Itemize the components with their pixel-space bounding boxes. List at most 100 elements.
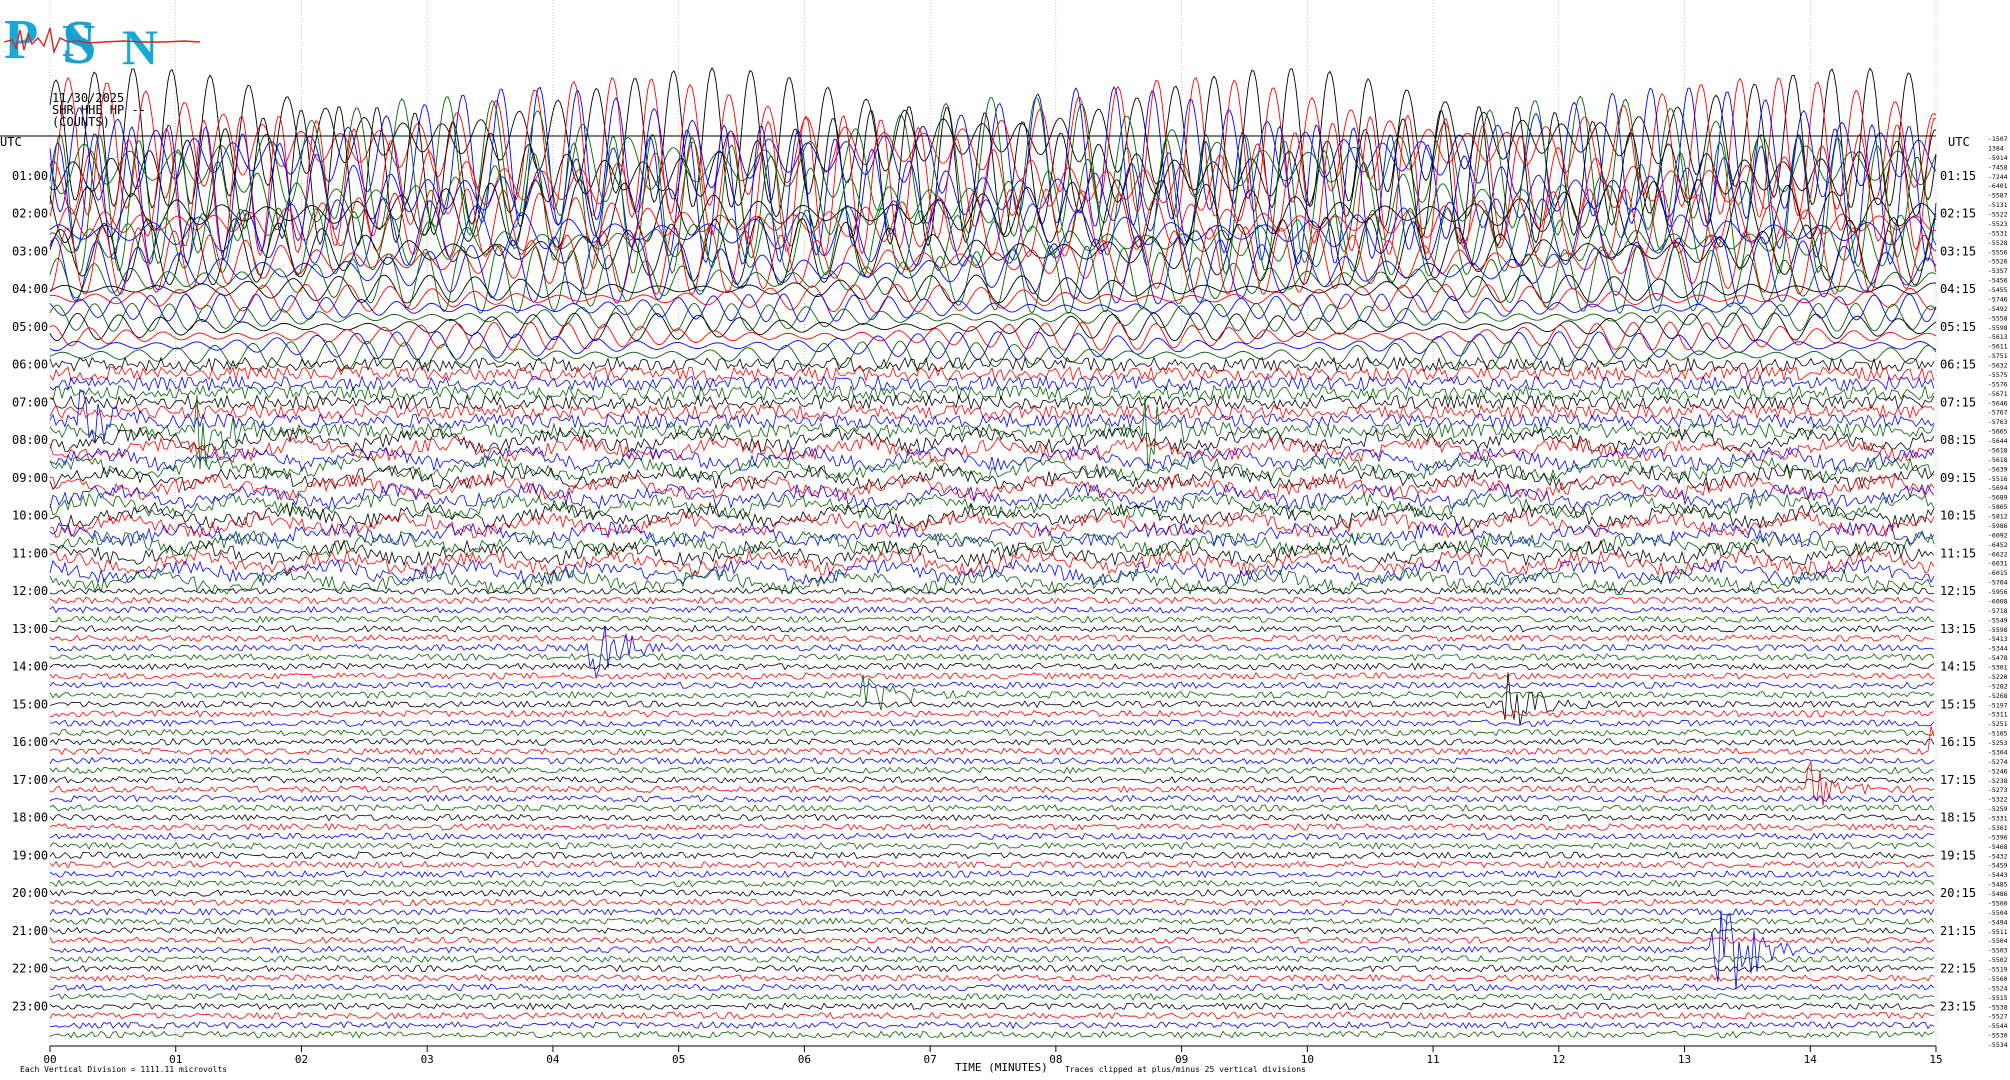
left-hour-label: 13:00 <box>12 622 48 636</box>
right-hour-label: 10:15 <box>1940 509 1976 523</box>
trace-offset-label: -5478 <box>1988 654 2008 662</box>
trace-offset-label: -6092 <box>1988 531 2008 539</box>
trace-offset-label: -5357 <box>1988 267 2008 275</box>
left-hour-label: 05:00 <box>12 320 48 334</box>
seismogram-trace <box>49 483 1935 511</box>
trace-offset-label: -5646 <box>1988 399 2008 407</box>
seismogram-trace <box>49 674 1935 711</box>
seismogram-trace <box>49 832 1934 841</box>
seismogram-trace <box>49 879 1935 888</box>
trace-offset-label: -5220 <box>1988 673 2008 681</box>
seismogram-trace <box>49 841 1935 850</box>
seismogram-trace <box>49 907 1935 916</box>
x-axis-title: TIME (MINUTES) <box>955 1061 1048 1074</box>
trace-offset-label: -5665 <box>1988 428 2008 436</box>
trace-offset-label: -5618 <box>1988 446 2008 454</box>
left-hour-label: 14:00 <box>12 660 48 674</box>
trace-offset-label: -5511 <box>1988 928 2008 936</box>
x-tick-label: 02 <box>295 1053 308 1066</box>
seismogram-trace <box>49 719 1935 728</box>
trace-offset-label: -5456 <box>1988 277 2008 285</box>
pnsn-logo[interactable]: P N S N <box>4 8 204 77</box>
left-hour-label: 20:00 <box>12 886 48 900</box>
seismogram-trace <box>49 756 1935 765</box>
trace-offset-label: -5238 <box>1988 777 2008 785</box>
seismogram-trace <box>49 615 1935 624</box>
right-hour-label: 18:15 <box>1940 811 1976 825</box>
left-hour-label: 11:00 <box>12 546 48 560</box>
trace-offset-label: -7244 <box>1988 173 2008 181</box>
clip-note: Traces clipped at plus/minus 25 vertical… <box>1065 1065 1306 1074</box>
trace-offset-label: -5344 <box>1988 645 2008 653</box>
trace-offset-label: -5515 <box>1988 994 2008 1002</box>
logo-seismic-squiggle-icon <box>4 27 201 55</box>
trace-offset-label: -5443 <box>1988 871 2008 879</box>
seismogram-trace <box>49 634 1935 643</box>
x-tick-label: 05 <box>672 1053 685 1066</box>
seismogram-trace <box>49 605 1935 614</box>
seismogram-trace <box>49 463 1935 492</box>
header-info: 11/30/2025 SHR HHE HP -- (COUNTS) <box>52 92 146 128</box>
left-utc-ticks: 01:00 02:00 03:00 04:00 05:00 06:00 07:00 08:00… <box>12 169 48 1014</box>
seismogram-trace <box>49 983 1935 992</box>
trace-offset-label: -5259 <box>1988 805 2008 813</box>
trace-offset-label: -5560 <box>1988 975 2008 983</box>
trace-offset-label: -5751 <box>1988 352 2008 360</box>
trace-offset-label: -5396 <box>1988 833 2008 841</box>
trace-offset-label: -5486 <box>1988 890 2008 898</box>
right-axis-title: UTC <box>1948 135 1970 149</box>
right-hour-label: 14:15 <box>1940 660 1976 674</box>
left-hour-label: 15:00 <box>12 697 48 711</box>
trace-offset-label: -5519 <box>1988 966 2008 974</box>
trace-offset-label: -5322 <box>1988 796 2008 804</box>
x-tick-label: 08 <box>1049 1053 1062 1066</box>
seismogram-trace <box>49 766 1935 775</box>
trace-offset-label: -5432 <box>1988 852 2008 860</box>
trace-offset-label: -5492 <box>1988 305 2008 313</box>
x-tick-label: 15 <box>1929 1053 1942 1066</box>
seismogram-trace <box>49 1021 1935 1030</box>
seismogram-trace <box>49 794 1935 803</box>
trace-offset-label: -5534 <box>1988 1041 2008 1049</box>
trace-offset-label: -6008 <box>1988 597 2008 605</box>
trace-offset-label: -5865 <box>1988 503 2008 511</box>
right-hour-label: 17:15 <box>1940 773 1976 787</box>
left-hour-label: 06:00 <box>12 358 48 372</box>
trace-offset-label: -5575 <box>1988 371 2008 379</box>
seismogram-trace <box>49 1011 1935 1020</box>
trace-offset-label: -5503 <box>1988 947 2008 955</box>
left-hour-label: 16:00 <box>12 735 48 749</box>
right-hour-label: 02:15 <box>1940 207 1976 221</box>
seismogram-trace <box>49 95 1937 238</box>
trace-offset-label: -5361 <box>1988 824 2008 832</box>
trace-offset-label: -5613 <box>1988 333 2008 341</box>
seismogram-trace <box>49 936 1935 945</box>
right-hour-label: 06:15 <box>1940 358 1976 372</box>
trace-offset-label: -5538 <box>1988 1003 2008 1011</box>
trace-offset-label: -5500 <box>1988 899 2008 907</box>
trace-offset-label: -5763 <box>1988 418 2008 426</box>
trace-offset-label: -6622 <box>1988 550 2008 558</box>
trace-offset-label: -5468 <box>1988 843 2008 851</box>
trace-offset-label: 1384 <box>1988 144 2004 152</box>
trace-offset-label: -5587 <box>1988 192 2008 200</box>
trace-offset-label: -5639 <box>1988 465 2008 473</box>
trace-offset-label: -5618 <box>1988 456 2008 464</box>
trace-offset-label: -6401 <box>1988 182 2008 190</box>
scale-note: Each Vertical Division = 1111.11 microvo… <box>20 1065 228 1074</box>
trace-offset-label: -6015 <box>1988 569 2008 577</box>
x-tick-label: 07 <box>924 1053 937 1066</box>
trace-offset-label: -5301 <box>1988 664 2008 672</box>
seismogram-trace <box>49 587 1935 595</box>
trace-offset-label: -5556 <box>1988 248 2008 256</box>
trace-offset-label: -5530 <box>1988 1032 2008 1040</box>
x-tick-label: 04 <box>546 1053 560 1066</box>
left-hour-label: 03:00 <box>12 244 48 258</box>
left-hour-label: 21:00 <box>12 924 48 938</box>
trace-offset-label: -6452 <box>1988 541 2008 549</box>
seismogram-trace <box>49 860 1935 869</box>
seismogram-trace <box>49 384 1935 402</box>
left-hour-label: 08:00 <box>12 433 48 447</box>
seismogram-trace <box>49 1002 1935 1011</box>
trace-offset-label: -5704 <box>1988 579 2008 587</box>
